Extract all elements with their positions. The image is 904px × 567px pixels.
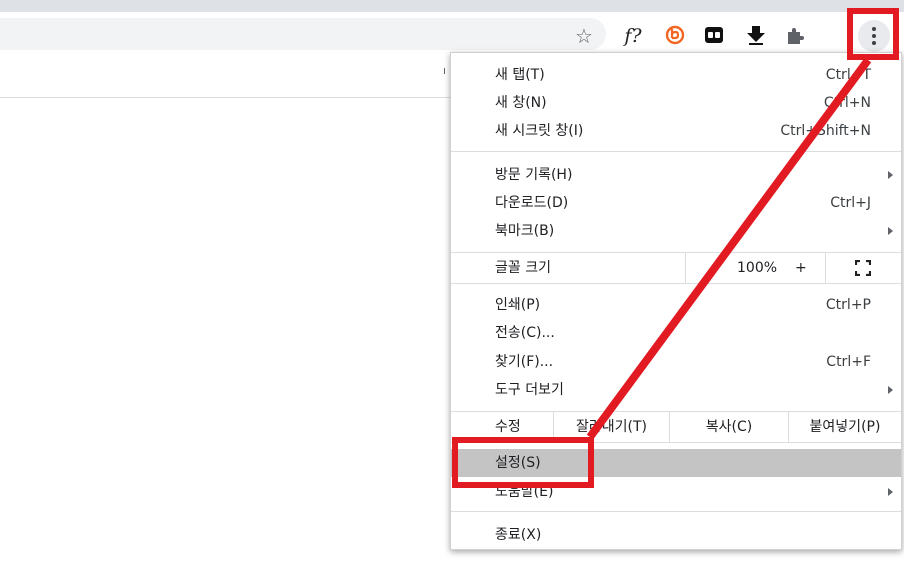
annotation-box-menu bbox=[847, 8, 899, 60]
annotation-box-settings bbox=[452, 437, 594, 488]
